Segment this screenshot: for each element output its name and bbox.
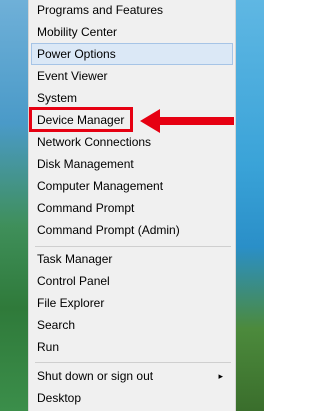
menu-item-desktop[interactable]: Desktop xyxy=(31,387,233,409)
menu-item-disk-management[interactable]: Disk Management xyxy=(31,153,233,175)
menu-separator xyxy=(35,362,231,363)
screenshot-stage: Programs and Features Mobility Center Po… xyxy=(0,0,264,411)
menu-item-event-viewer[interactable]: Event Viewer xyxy=(31,65,233,87)
desktop-wallpaper-left xyxy=(0,0,28,411)
menu-item-power-options[interactable]: Power Options xyxy=(31,43,233,65)
menu-item-task-manager[interactable]: Task Manager xyxy=(31,248,233,270)
power-user-menu: Programs and Features Mobility Center Po… xyxy=(28,0,236,411)
menu-item-shut-down-or-sign-out[interactable]: Shut down or sign out ▸ xyxy=(31,365,233,387)
menu-item-control-panel[interactable]: Control Panel xyxy=(31,270,233,292)
menu-item-network-connections[interactable]: Network Connections xyxy=(31,131,233,153)
menu-item-command-prompt-admin[interactable]: Command Prompt (Admin) xyxy=(31,219,233,241)
menu-item-mobility-center[interactable]: Mobility Center xyxy=(31,21,233,43)
menu-item-search[interactable]: Search xyxy=(31,314,233,336)
desktop-wallpaper-right xyxy=(236,0,264,411)
menu-item-file-explorer[interactable]: File Explorer xyxy=(31,292,233,314)
submenu-arrow-icon: ▸ xyxy=(218,371,223,381)
device-manager-callout-box xyxy=(29,107,133,132)
menu-item-programs-and-features[interactable]: Programs and Features xyxy=(31,0,233,21)
red-arrow-icon xyxy=(140,109,234,133)
menu-separator xyxy=(35,246,231,247)
menu-item-computer-management[interactable]: Computer Management xyxy=(31,175,233,197)
menu-item-run[interactable]: Run xyxy=(31,336,233,358)
menu-item-system[interactable]: System xyxy=(31,87,233,109)
menu-item-label: Shut down or sign out xyxy=(37,369,154,383)
menu-item-command-prompt[interactable]: Command Prompt xyxy=(31,197,233,219)
